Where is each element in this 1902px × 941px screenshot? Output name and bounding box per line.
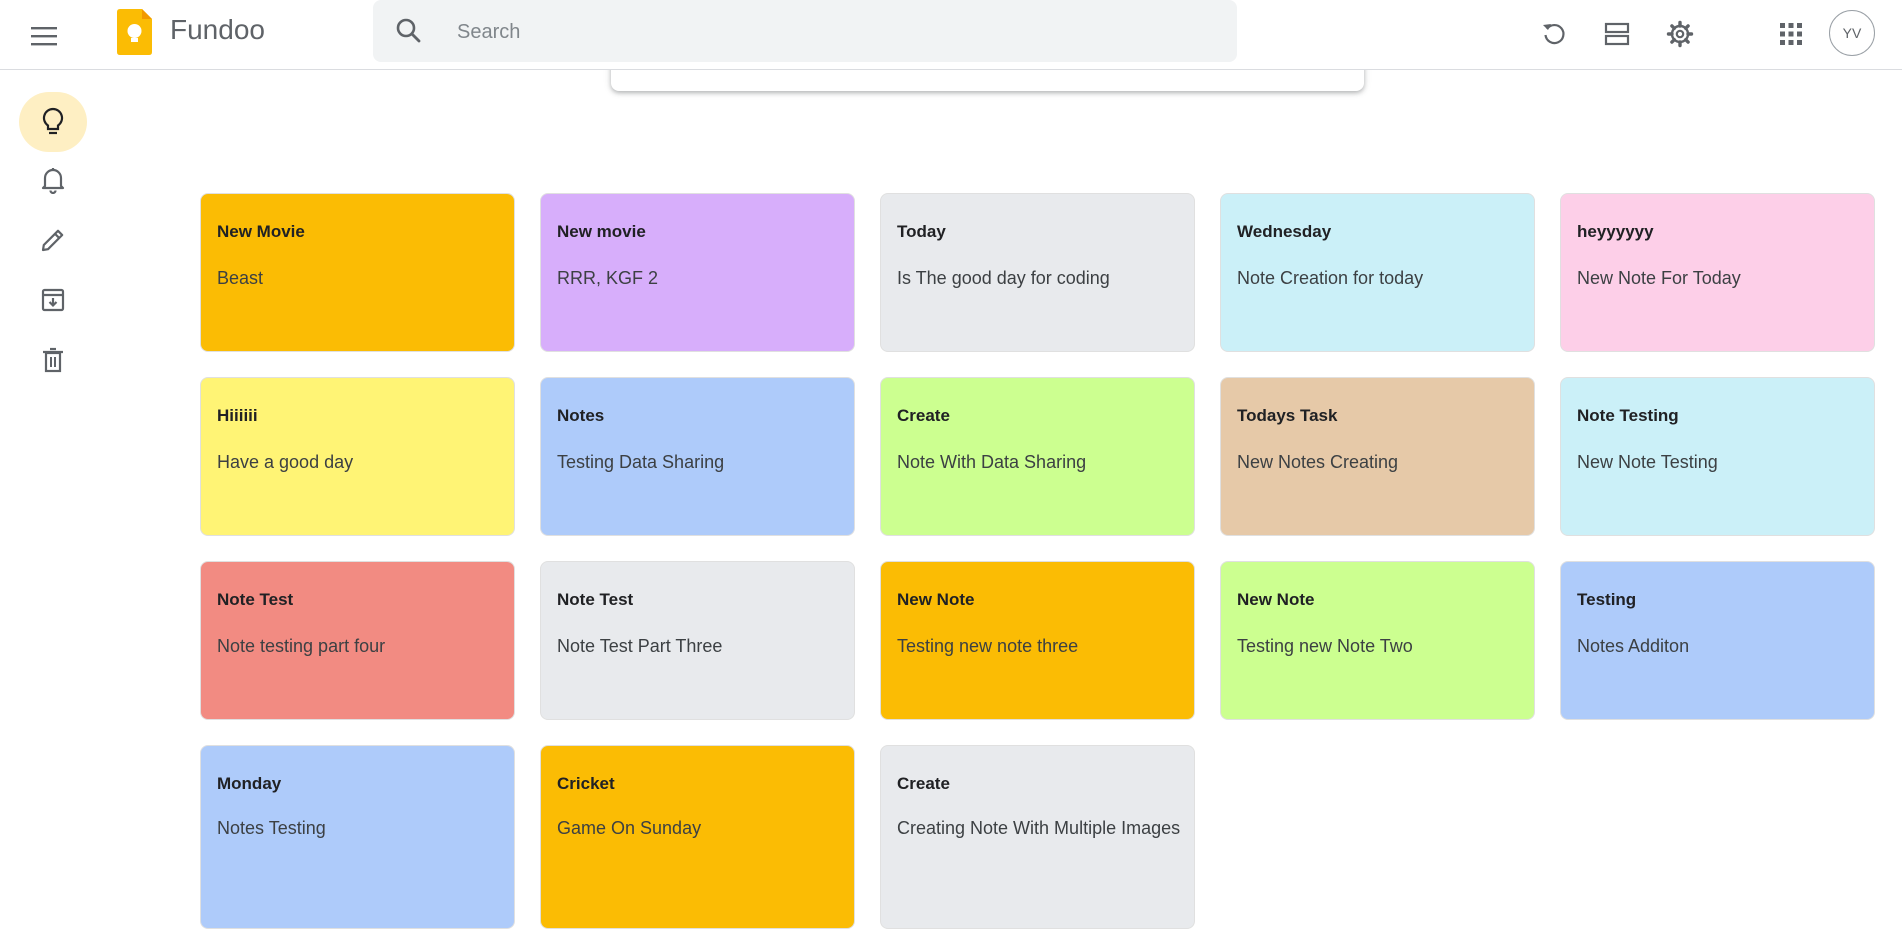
apps-button[interactable] <box>1767 10 1815 58</box>
main-menu-button[interactable] <box>20 12 68 60</box>
search-icon[interactable] <box>393 15 425 47</box>
note-card[interactable]: New Movie Beast <box>200 193 515 352</box>
note-title: heyyyyyy <box>1577 222 1654 241</box>
note-text: Testing new Note Two <box>1237 636 1413 656</box>
note-title: Create <box>897 406 950 425</box>
sidebar-item-archive[interactable] <box>19 270 87 330</box>
list-view-icon <box>1604 21 1630 47</box>
note-text: Beast <box>217 268 264 288</box>
note-title: Monday <box>217 774 282 793</box>
note-title: Notes <box>557 406 605 425</box>
note-card[interactable]: New movie RRR, KGF 2 <box>540 193 855 352</box>
keep-logo-icon <box>117 9 153 55</box>
note-text: Note With Data Sharing <box>897 452 1087 472</box>
bell-icon <box>40 166 66 194</box>
note-text: Note testing part four <box>217 636 386 656</box>
note-card[interactable]: Testing Notes Additon <box>1560 561 1875 720</box>
sidebar-item-notes[interactable] <box>19 92 87 152</box>
settings-button[interactable] <box>1656 10 1704 58</box>
note-text: New Note Testing <box>1577 452 1718 472</box>
lightbulb-icon <box>40 107 66 137</box>
note-card[interactable]: Note Testing New Note Testing <box>1560 377 1875 536</box>
avatar[interactable]: YV <box>1829 10 1875 56</box>
note-title: New movie <box>557 222 646 241</box>
note-card[interactable]: Monday Notes Testing <box>200 745 515 929</box>
note-card[interactable]: Wednesday Note Creation for today <box>1220 193 1535 352</box>
refresh-button[interactable] <box>1530 10 1578 58</box>
note-card[interactable]: Create Note With Data Sharing <box>880 377 1195 536</box>
note-text: Testing new note three <box>897 636 1079 656</box>
note-card[interactable]: Note Test Note testing part four <box>200 561 515 720</box>
archive-icon <box>40 287 66 313</box>
note-text: Is The good day for coding <box>897 268 1110 288</box>
note-title: Create <box>897 774 950 793</box>
note-card[interactable]: Notes Testing Data Sharing <box>540 377 855 536</box>
note-text: RRR, KGF 2 <box>557 268 659 288</box>
note-title: Today <box>897 222 946 241</box>
note-card[interactable]: Cricket Game On Sunday <box>540 745 855 929</box>
note-card[interactable]: Hiiiiii Have a good day <box>200 377 515 536</box>
note-card[interactable]: Note Test Note Test Part Three <box>540 561 855 720</box>
hamburger-menu-icon <box>31 26 57 46</box>
note-title: Note Test <box>557 590 634 609</box>
note-text: Creating Note With Multiple Images <box>897 818 1181 838</box>
note-title: New Note <box>1237 590 1315 609</box>
list-view-button[interactable] <box>1593 10 1641 58</box>
note-card[interactable]: New Note Testing new note three <box>880 561 1195 720</box>
search-bar[interactable] <box>373 0 1237 64</box>
note-title: New Movie <box>217 222 305 241</box>
note-title: Hiiiiii <box>217 406 258 425</box>
note-text: Note Test Part Three <box>557 636 723 656</box>
sidebar-item-reminders[interactable] <box>19 150 87 210</box>
note-text: Have a good day <box>217 452 354 472</box>
note-title: Note Test <box>217 590 294 609</box>
note-text: Testing Data Sharing <box>557 452 725 472</box>
note-text: New Note For Today <box>1577 268 1741 288</box>
apps-grid-icon <box>1780 23 1802 45</box>
note-title: New Note <box>897 590 975 609</box>
note-card[interactable]: heyyyyyy New Note For Today <box>1560 193 1875 352</box>
note-text: Notes Additon <box>1577 636 1690 656</box>
note-title: Wednesday <box>1237 222 1332 241</box>
note-text: New Notes Creating <box>1237 452 1399 472</box>
note-card[interactable]: Todays Task New Notes Creating <box>1220 377 1535 536</box>
trash-icon <box>40 347 66 373</box>
refresh-icon <box>1541 21 1567 47</box>
app-header: Fundoo Search YV <box>0 0 1902 70</box>
note-card[interactable]: Create Creating Note With Multiple Image… <box>880 745 1195 929</box>
sidebar-item-edit-labels[interactable] <box>19 210 87 270</box>
note-title: Note Testing <box>1577 406 1679 425</box>
note-card[interactable]: New Note Testing new Note Two <box>1220 561 1535 720</box>
note-title: Todays Task <box>1237 406 1338 425</box>
note-title: Cricket <box>557 774 615 793</box>
note-text: Notes Testing <box>217 818 326 838</box>
gear-icon <box>1666 20 1694 48</box>
search-input[interactable] <box>455 0 1199 64</box>
note-text: Game On Sunday <box>557 818 702 838</box>
note-text: Note Creation for today <box>1237 268 1424 288</box>
pencil-icon <box>40 227 66 253</box>
app-title: Fundoo <box>170 14 265 45</box>
sidebar-item-trash[interactable] <box>19 330 87 390</box>
note-card[interactable]: Today Is The good day for coding <box>880 193 1195 352</box>
note-title: Testing <box>1577 590 1637 609</box>
